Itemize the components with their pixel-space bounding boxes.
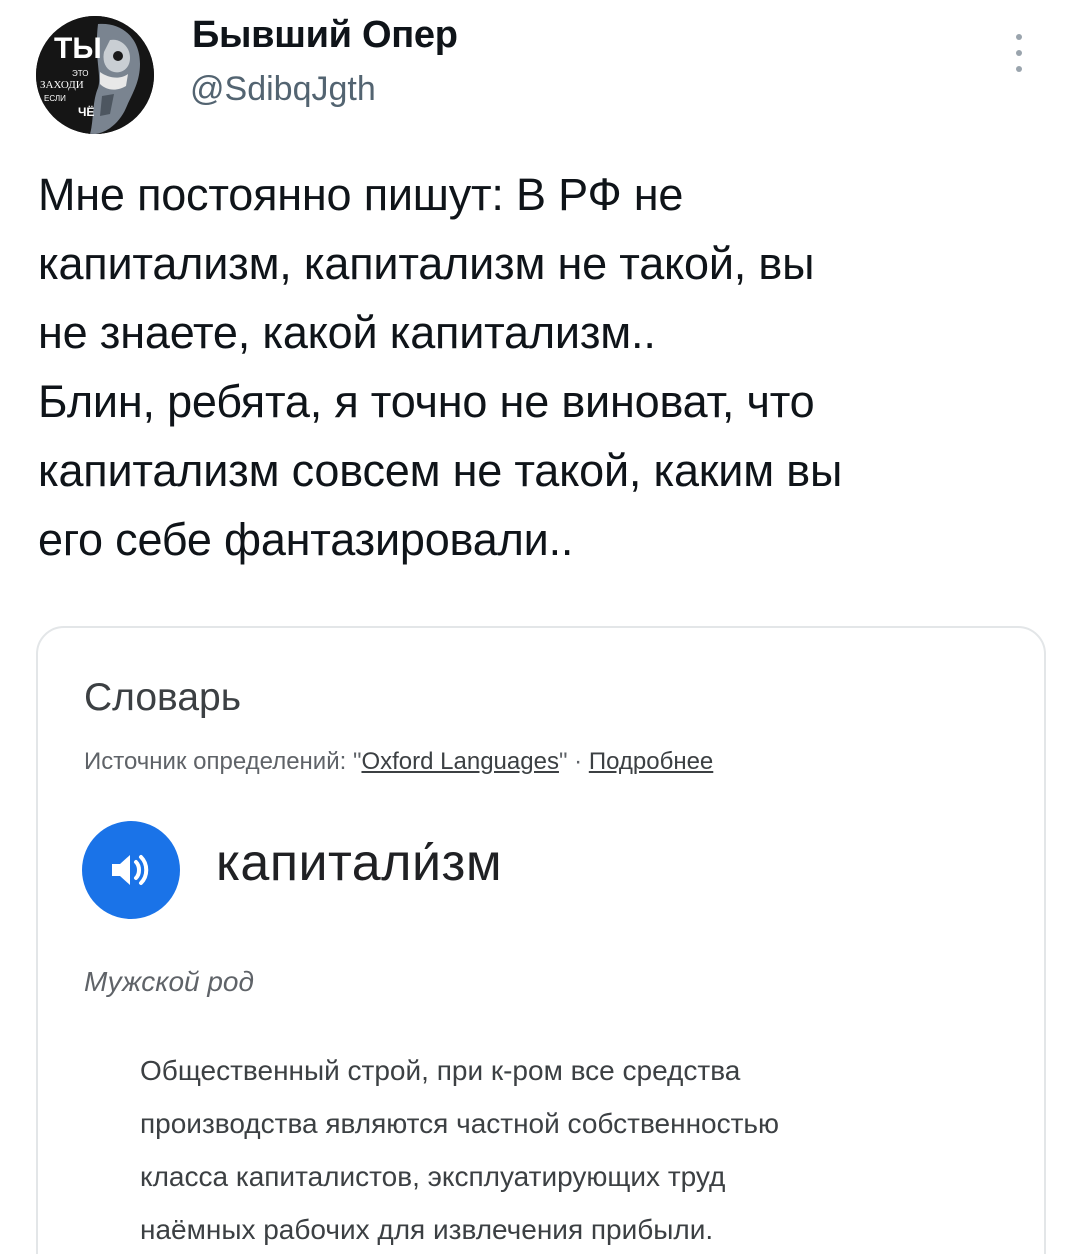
dictionary-card[interactable]: Словарь Источник определений: "Oxford La… xyxy=(36,626,1046,1254)
definition-line: производства являются частной собственно… xyxy=(140,1108,780,1139)
grammatical-gender: Мужской род xyxy=(84,966,254,997)
tweet-text-line: Мне постоянно пишут: В РФ не xyxy=(38,169,684,220)
tweet-text-line: его себе фантазировали.. xyxy=(38,514,574,565)
dictionary-source: Источник определений: "Oxford Languages"… xyxy=(84,748,713,776)
definition-line: класса капиталистов, эксплуатирующих тру… xyxy=(140,1161,726,1192)
avatar[interactable]: ТЫ ЭТО ЗАХОДИ ЕСЛИ ЧЁ xyxy=(36,16,154,134)
definition: Общественный строй, при к-ром все средст… xyxy=(140,1044,1000,1254)
avatar-text-4: ЧЁ xyxy=(78,104,94,119)
definition-line: наёмных рабочих для извлечения прибыли. xyxy=(140,1214,714,1245)
speaker-icon xyxy=(112,855,149,885)
avatar-image: ТЫ ЭТО ЗАХОДИ ЕСЛИ ЧЁ xyxy=(36,16,154,134)
source-separator: " · xyxy=(558,748,589,775)
author-display-name[interactable]: Бывший Опер xyxy=(192,14,458,57)
avatar-text-3: ЕСЛИ xyxy=(44,94,66,103)
tweet-text-line: капитализм совсем не такой, каким вы xyxy=(38,445,843,496)
oxford-languages-link[interactable]: Oxford Languages xyxy=(361,748,558,775)
pronunciation-button[interactable] xyxy=(82,821,180,919)
more-vertical-icon[interactable] xyxy=(1004,30,1034,76)
tweet-text-line: капитализм, капитализм не такой, вы xyxy=(38,238,815,289)
definition-line: Общественный строй, при к-ром все средст… xyxy=(140,1055,741,1086)
avatar-text-1: ЭТО xyxy=(72,69,89,78)
dictionary-title: Словарь xyxy=(84,676,242,719)
avatar-text-big: ТЫ xyxy=(54,32,102,65)
author-handle[interactable]: @SdibqJgth xyxy=(190,70,376,109)
tweet-text-line: не знаете, какой капитализм.. xyxy=(38,307,656,358)
source-prefix: Источник определений: " xyxy=(84,748,362,775)
more-details-link[interactable]: Подробнее xyxy=(589,748,713,775)
tweet-text-line: Блин, ребята, я точно не виноват, что xyxy=(38,376,815,427)
avatar-text-2: ЗАХОДИ xyxy=(40,79,84,91)
tweet-text: Мне постоянно пишут: В РФ не капитализм,… xyxy=(38,160,1038,574)
headword: капитали́зм xyxy=(216,834,503,892)
